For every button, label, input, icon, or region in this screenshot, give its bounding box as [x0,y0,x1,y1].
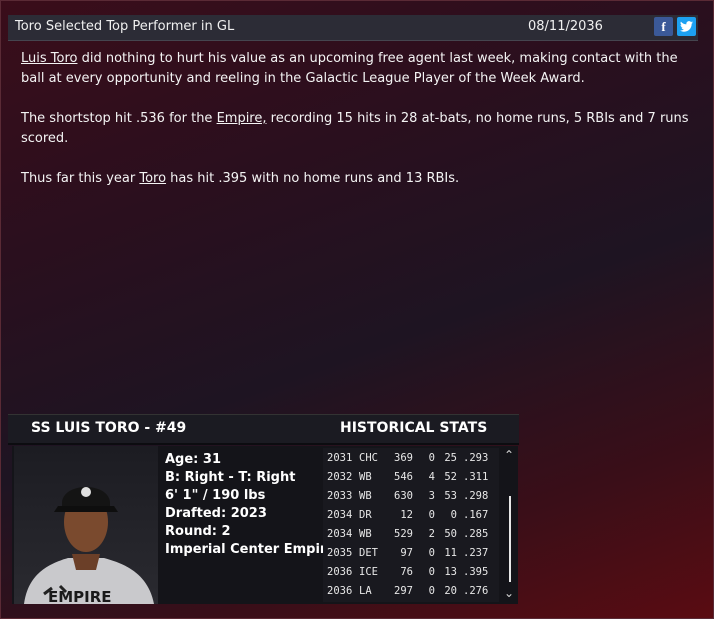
stat-year: 2035 [327,547,353,559]
stat-year: 2034 [327,509,353,521]
stat-average: .276 [463,585,489,597]
stat-rbi: 0 [450,509,457,521]
stat-home-runs: 4 [428,471,435,483]
stat-at-bats: 369 [394,452,413,464]
stat-rbi: 13 [444,566,457,578]
stat-year: 2032 [327,471,353,483]
player-bats-throws: B: Right - T: Right [165,470,296,485]
stats-row[interactable]: 2031 CHC 369 0 25 .293 [327,452,499,470]
stats-row[interactable]: 2034 WB 529 2 50 .285 [327,528,499,546]
paragraph-text: The shortstop hit .536 for the [21,111,217,126]
scrollbar-track[interactable] [509,496,511,582]
article-paragraph: Thus far this year Toro has hit .395 wit… [21,169,696,189]
scroll-down-icon[interactable]: ⌄ [504,586,514,600]
player-heading[interactable]: SS LUIS TORO - #49 [31,420,186,436]
stats-row[interactable]: 2036 ICE 76 0 13 .395 [327,566,499,584]
historical-stats-list[interactable]: 2031 CHC 369 0 25.293 2032 WB 546 4 52.311 2033 WB 6… [323,448,499,602]
stat-at-bats: 76 [400,566,413,578]
player-age: Age: 31 [165,452,221,467]
stat-average: .395 [463,566,489,578]
stat-rbi: 20 [444,585,457,597]
stat-at-bats: 97 [400,547,413,559]
stat-home-runs: 0 [428,452,435,464]
twitter-share-icon[interactable] [677,17,696,36]
jersey-lettering: EMPIRE [48,588,112,604]
player-link[interactable]: Luis Toro [21,51,77,66]
facebook-share-icon[interactable]: f [654,17,673,36]
stat-at-bats: 12 [400,509,413,521]
article-date: 08/11/2036 [528,19,603,34]
player-photo[interactable]: EMPIRE [14,446,158,604]
scroll-up-icon[interactable]: ⌃ [504,448,514,462]
stat-average: .237 [463,547,489,559]
stat-at-bats: 546 [394,471,413,483]
stat-team: ICE [359,566,378,578]
stat-average: .293 [463,452,489,464]
paragraph-text: did nothing to hurt his value as an upco… [21,51,678,86]
stat-team: DR [359,509,372,521]
paragraph-text: Thus far this year [21,171,140,186]
article-header: Toro Selected Top Performer in GL 08/11/… [8,15,698,41]
player-bio: Age: 31 B: Right - T: Right 6' 1" / 190 … [165,451,335,559]
stat-team: DET [359,547,378,559]
stat-home-runs: 0 [428,509,435,521]
stat-year: 2031 [327,452,353,464]
stat-team: LA [359,585,372,597]
stat-rbi: 25 [444,452,457,464]
stat-average: .311 [463,471,489,483]
player-card-header: SS LUIS TORO - #49 HISTORICAL STATS [8,414,519,445]
stat-average: .285 [463,528,489,540]
stats-scrollbar[interactable]: ⌃ ⌄ [502,448,516,602]
article-paragraph: Luis Toro did nothing to hurt his value … [21,49,696,89]
stat-average: .167 [463,509,489,521]
stat-rbi: 50 [444,528,457,540]
stat-year: 2036 [327,566,353,578]
stat-team: WB [359,471,372,483]
stat-rbi: 11 [444,547,457,559]
stat-at-bats: 630 [394,490,413,502]
article-paragraph: The shortstop hit .536 for the Empire, r… [21,109,696,149]
player-height-weight: 6' 1" / 190 lbs [165,488,266,503]
stat-home-runs: 0 [428,547,435,559]
player-link[interactable]: Toro [139,171,166,186]
stats-row[interactable]: 2034 DR 12 0 0 .167 [327,509,499,527]
stat-home-runs: 2 [428,528,435,540]
team-link[interactable]: Empire, [217,111,267,126]
stat-rbi: 52 [444,471,457,483]
stat-team: WB [359,528,372,540]
player-round: Round: 2 [165,524,231,539]
player-team: Imperial Center Empire [165,542,336,557]
stats-row[interactable]: 2033 WB 630 3 53 .298 [327,490,499,508]
stat-home-runs: 0 [428,566,435,578]
stat-at-bats: 529 [394,528,413,540]
stats-row[interactable]: 2035 DET 97 0 11 .237 [327,547,499,565]
article-body: Luis Toro did nothing to hurt his value … [21,49,696,209]
stat-home-runs: 0 [428,585,435,597]
stat-team: WB [359,490,372,502]
stat-home-runs: 3 [428,490,435,502]
stat-year: 2036 [327,585,353,597]
player-drafted: Drafted: 2023 [165,506,267,521]
historical-stats-heading: HISTORICAL STATS [340,420,488,436]
stat-average: .298 [463,490,489,502]
stats-row[interactable]: 2036 LA 297 0 20 .276 [327,585,499,603]
stat-year: 2033 [327,490,353,502]
stat-year: 2034 [327,528,353,540]
stats-row[interactable]: 2032 WB 546 4 52 .311 [327,471,499,489]
stat-team: CHC [359,452,378,464]
player-card: EMPIRE Age: 31 B: Right - T: Right 6' 1"… [12,446,518,604]
divider [8,443,519,445]
stat-at-bats: 297 [394,585,413,597]
paragraph-text: has hit .395 with no home runs and 13 RB… [166,171,460,186]
article-title: Toro Selected Top Performer in GL [15,19,235,34]
stat-rbi: 53 [444,490,457,502]
